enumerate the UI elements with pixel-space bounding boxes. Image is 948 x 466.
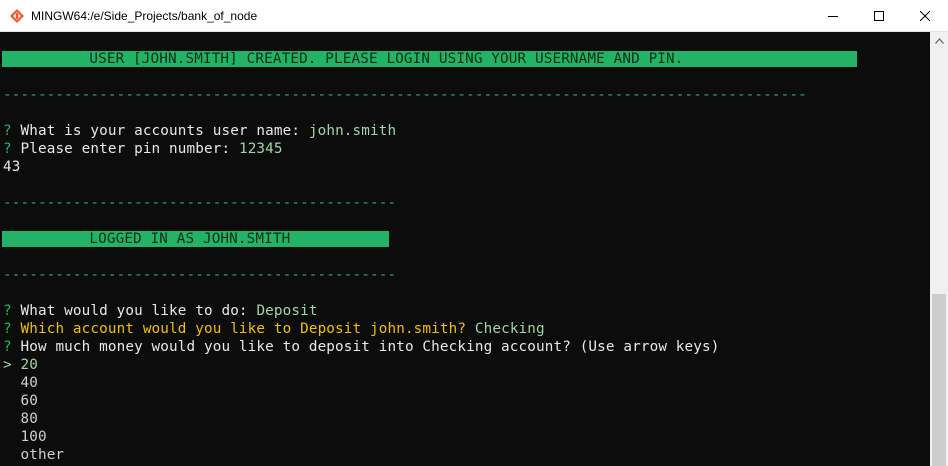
username-question: What is your accounts user name: bbox=[20, 123, 301, 139]
selection-cursor: > bbox=[3, 357, 12, 373]
terminal-output[interactable]: USER [JOHN.SMITH] CREATED. PLEASE LOGIN … bbox=[0, 32, 930, 466]
option-item[interactable]: 60 bbox=[3, 392, 38, 410]
account-answer: Checking bbox=[474, 321, 545, 337]
close-button[interactable] bbox=[902, 0, 948, 31]
logged-in-banner: LOGGED IN AS JOHN.SMITH bbox=[2, 231, 389, 247]
vertical-scrollbar[interactable] bbox=[930, 32, 948, 466]
option-item-selected[interactable]: > 20 bbox=[3, 356, 38, 374]
maximize-icon bbox=[874, 10, 884, 21]
scroll-thumb[interactable] bbox=[932, 294, 946, 466]
action-question: What would you like to do: bbox=[20, 303, 248, 319]
prompt-mark: ? bbox=[3, 141, 12, 157]
separator-long: ----------------------------------------… bbox=[3, 87, 807, 103]
option-item[interactable]: 80 bbox=[3, 410, 38, 428]
username-answer: john.smith bbox=[308, 123, 397, 139]
close-icon bbox=[920, 10, 930, 21]
terminal-window: MINGW64:/e/Side_Projects/bank_of_node US… bbox=[0, 0, 948, 466]
action-answer: Deposit bbox=[256, 303, 318, 319]
logged-in-banner-text: LOGGED IN AS JOHN.SMITH bbox=[2, 231, 291, 247]
output-value: 43 bbox=[3, 159, 21, 175]
window-title: MINGW64:/e/Side_Projects/bank_of_node bbox=[31, 8, 258, 23]
minimize-icon bbox=[828, 15, 838, 17]
amount-question: How much money would you like to deposit… bbox=[20, 339, 720, 355]
account-prompt-line: ? Which account would you like to Deposi… bbox=[3, 320, 545, 338]
prompt-mark: ? bbox=[3, 339, 12, 355]
separator-short-1: ----------------------------------------… bbox=[3, 195, 397, 211]
option-item[interactable]: 40 bbox=[3, 374, 38, 392]
account-question: Which account would you like to Deposit … bbox=[20, 321, 467, 337]
option-label: 40 bbox=[20, 375, 38, 391]
separator-short-2: ----------------------------------------… bbox=[3, 267, 397, 283]
pin-question: Please enter pin number: bbox=[20, 141, 231, 157]
scroll-up-button[interactable] bbox=[930, 32, 948, 49]
option-label: 60 bbox=[20, 393, 38, 409]
action-prompt-line: ? What would you like to do: Deposit bbox=[3, 302, 318, 320]
option-label: 20 bbox=[20, 357, 38, 373]
window-controls bbox=[810, 0, 948, 31]
pin-prompt-line: ? Please enter pin number: 12345 bbox=[3, 140, 283, 158]
minimize-button[interactable] bbox=[810, 0, 856, 31]
prompt-mark: ? bbox=[3, 123, 12, 139]
amount-prompt-line: ? How much money would you like to depos… bbox=[3, 338, 720, 356]
option-label: other bbox=[20, 447, 65, 463]
option-label: 100 bbox=[20, 429, 47, 445]
option-label: 80 bbox=[20, 411, 38, 427]
prompt-mark: ? bbox=[3, 303, 12, 319]
option-item[interactable]: 100 bbox=[3, 428, 47, 446]
pin-answer: 12345 bbox=[238, 141, 283, 157]
maximize-button[interactable] bbox=[856, 0, 902, 31]
option-item[interactable]: other bbox=[3, 446, 64, 464]
chevron-up-icon bbox=[934, 37, 944, 44]
created-banner-text: USER [JOHN.SMITH] CREATED. PLEASE LOGIN … bbox=[2, 51, 684, 67]
title-bar[interactable]: MINGW64:/e/Side_Projects/bank_of_node bbox=[0, 0, 948, 32]
prompt-mark: ? bbox=[3, 321, 12, 337]
mingw-app-icon bbox=[10, 8, 24, 23]
username-prompt-line: ? What is your accounts user name: john.… bbox=[3, 122, 396, 140]
created-banner: USER [JOHN.SMITH] CREATED. PLEASE LOGIN … bbox=[2, 51, 857, 67]
